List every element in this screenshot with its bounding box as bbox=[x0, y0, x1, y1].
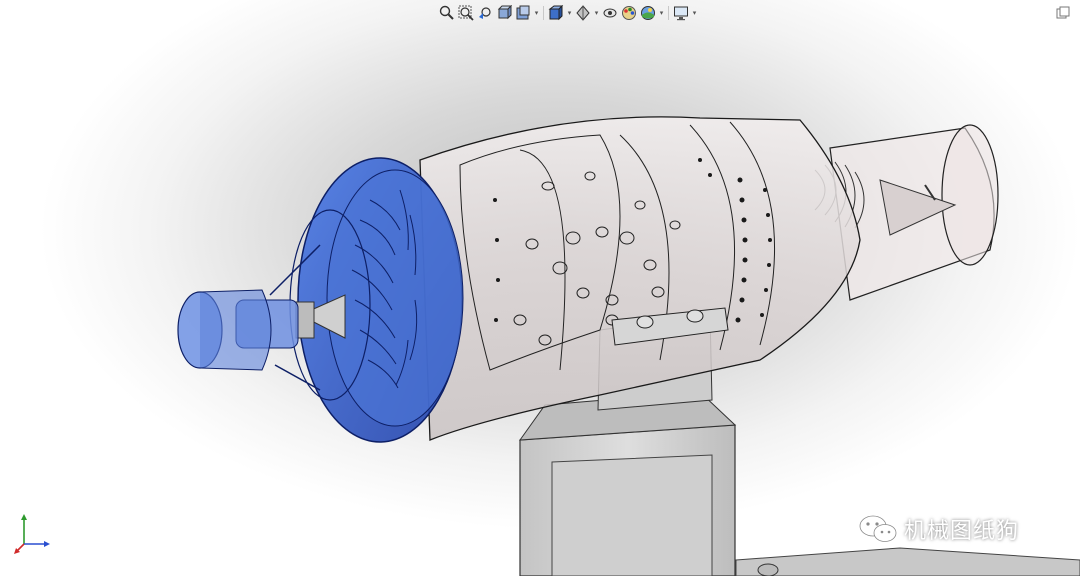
watermark: 机械图纸狗 bbox=[858, 510, 1019, 548]
view-settings-button[interactable] bbox=[672, 4, 690, 22]
previous-view-icon bbox=[479, 7, 491, 19]
hide-show-items-button[interactable] bbox=[601, 4, 619, 22]
display-style-dropdown-caret[interactable]: ▾ bbox=[566, 9, 573, 17]
view-orientation-button[interactable] bbox=[547, 4, 565, 22]
section-view-button[interactable] bbox=[495, 4, 513, 22]
view-settings-dropdown-caret[interactable]: ▾ bbox=[691, 9, 698, 17]
hide-show-items-icon bbox=[603, 8, 617, 18]
toolbar-separator bbox=[543, 6, 544, 20]
display-style-icon bbox=[576, 5, 590, 21]
apply-scene-dropdown-caret[interactable]: ▾ bbox=[658, 9, 665, 17]
display-style-button[interactable] bbox=[574, 4, 592, 22]
view-orientation-dropdown-caret[interactable]: ▾ bbox=[533, 9, 540, 17]
edit-appearance-icon bbox=[622, 6, 636, 20]
zoom-to-fit-icon bbox=[439, 5, 454, 20]
apply-scene-button[interactable] bbox=[639, 4, 657, 22]
hide-show-dropdown-caret[interactable]: ▾ bbox=[593, 9, 600, 17]
compressor-intake[interactable] bbox=[177, 157, 464, 443]
previous-view-button[interactable] bbox=[476, 4, 494, 22]
edit-appearance-button[interactable] bbox=[620, 4, 638, 22]
watermark-text: 机械图纸狗 bbox=[904, 519, 1020, 544]
zoom-to-area-button[interactable] bbox=[457, 4, 475, 22]
window-restore-icon[interactable] bbox=[1056, 6, 1070, 20]
apply-scene-icon bbox=[641, 6, 655, 20]
toolbar-separator bbox=[668, 6, 669, 20]
zoom-to-area-icon bbox=[458, 5, 474, 21]
wechat-icon bbox=[859, 515, 897, 542]
view-orientation-icon bbox=[548, 5, 564, 21]
graphics-viewport[interactable]: ▾ ▾ ▾ ▾ ▾ 机械图纸狗 bbox=[0, 0, 1080, 576]
dynamic-annotation-icon bbox=[516, 5, 530, 20]
heads-up-view-toolbar: ▾ ▾ ▾ ▾ ▾ bbox=[438, 2, 704, 24]
coordinate-triad-icon bbox=[14, 514, 50, 554]
section-view-icon bbox=[497, 5, 512, 20]
zoom-to-fit-button[interactable] bbox=[438, 4, 456, 22]
view-settings-icon bbox=[674, 6, 688, 21]
jet-engine-model[interactable] bbox=[0, 0, 1080, 576]
dynamic-annotation-button[interactable] bbox=[514, 4, 532, 22]
